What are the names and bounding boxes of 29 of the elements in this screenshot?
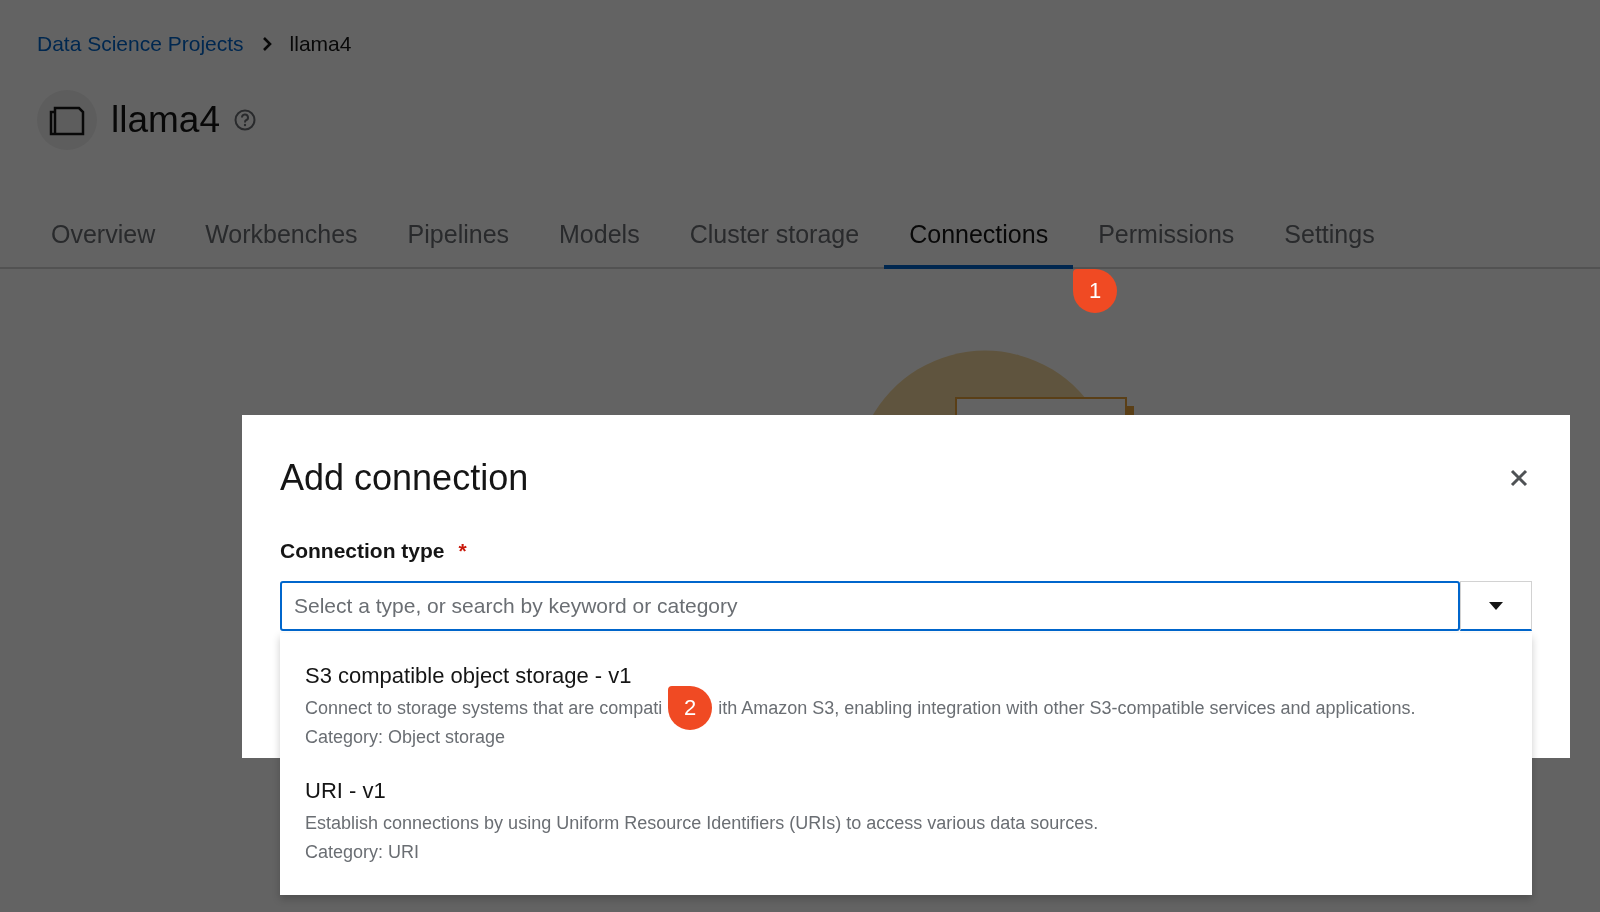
- project-title: llama4: [111, 99, 220, 141]
- dialog-title: Add connection: [280, 457, 529, 499]
- option-title[interactable]: S3 compatible object storage - v1: [305, 663, 1507, 689]
- help-icon[interactable]: [234, 109, 256, 131]
- chevron-right-icon: [261, 36, 272, 52]
- tab[interactable]: Permissions: [1073, 220, 1260, 269]
- caret-icon: [1489, 601, 1503, 610]
- option-description: ith Amazon S3, enabling integration with other S3-compatible services and applications.: [718, 697, 1416, 719]
- tab[interactable]: Connections: [884, 220, 1074, 269]
- tab[interactable]: Settings: [1259, 220, 1400, 269]
- option-title[interactable]: URI - v1: [305, 778, 1507, 804]
- breadcrumb-current: llama4: [289, 32, 352, 56]
- folder-icon: [47, 104, 87, 136]
- connection-type-field[interactable]: Select a type, or search by keyword or category: [280, 581, 1460, 631]
- field-label: Connection type: [280, 539, 445, 563]
- tab[interactable]: Models: [534, 220, 665, 269]
- tab[interactable]: Overview: [26, 220, 181, 269]
- tab[interactable]: Workbenches: [180, 220, 383, 269]
- callout-marker: 1: [1073, 269, 1118, 313]
- option-description: Connect to storage systems that are compati: [305, 697, 663, 719]
- callout-marker: 2: [668, 686, 713, 730]
- tab[interactable]: Pipelines: [382, 220, 535, 269]
- dropdown-toggle-button[interactable]: [1460, 581, 1532, 631]
- option-description: Establish connections by using Uniform Resource Identifiers (URIs) to access various data sources.: [305, 812, 1099, 834]
- option-category: Category: Object storage: [305, 727, 507, 748]
- required-asterisk: *: [458, 539, 467, 563]
- option-category: Category: URI: [305, 842, 421, 863]
- tab[interactable]: Cluster storage: [664, 220, 885, 269]
- breadcrumb-link[interactable]: Data Science Projects: [37, 32, 244, 56]
